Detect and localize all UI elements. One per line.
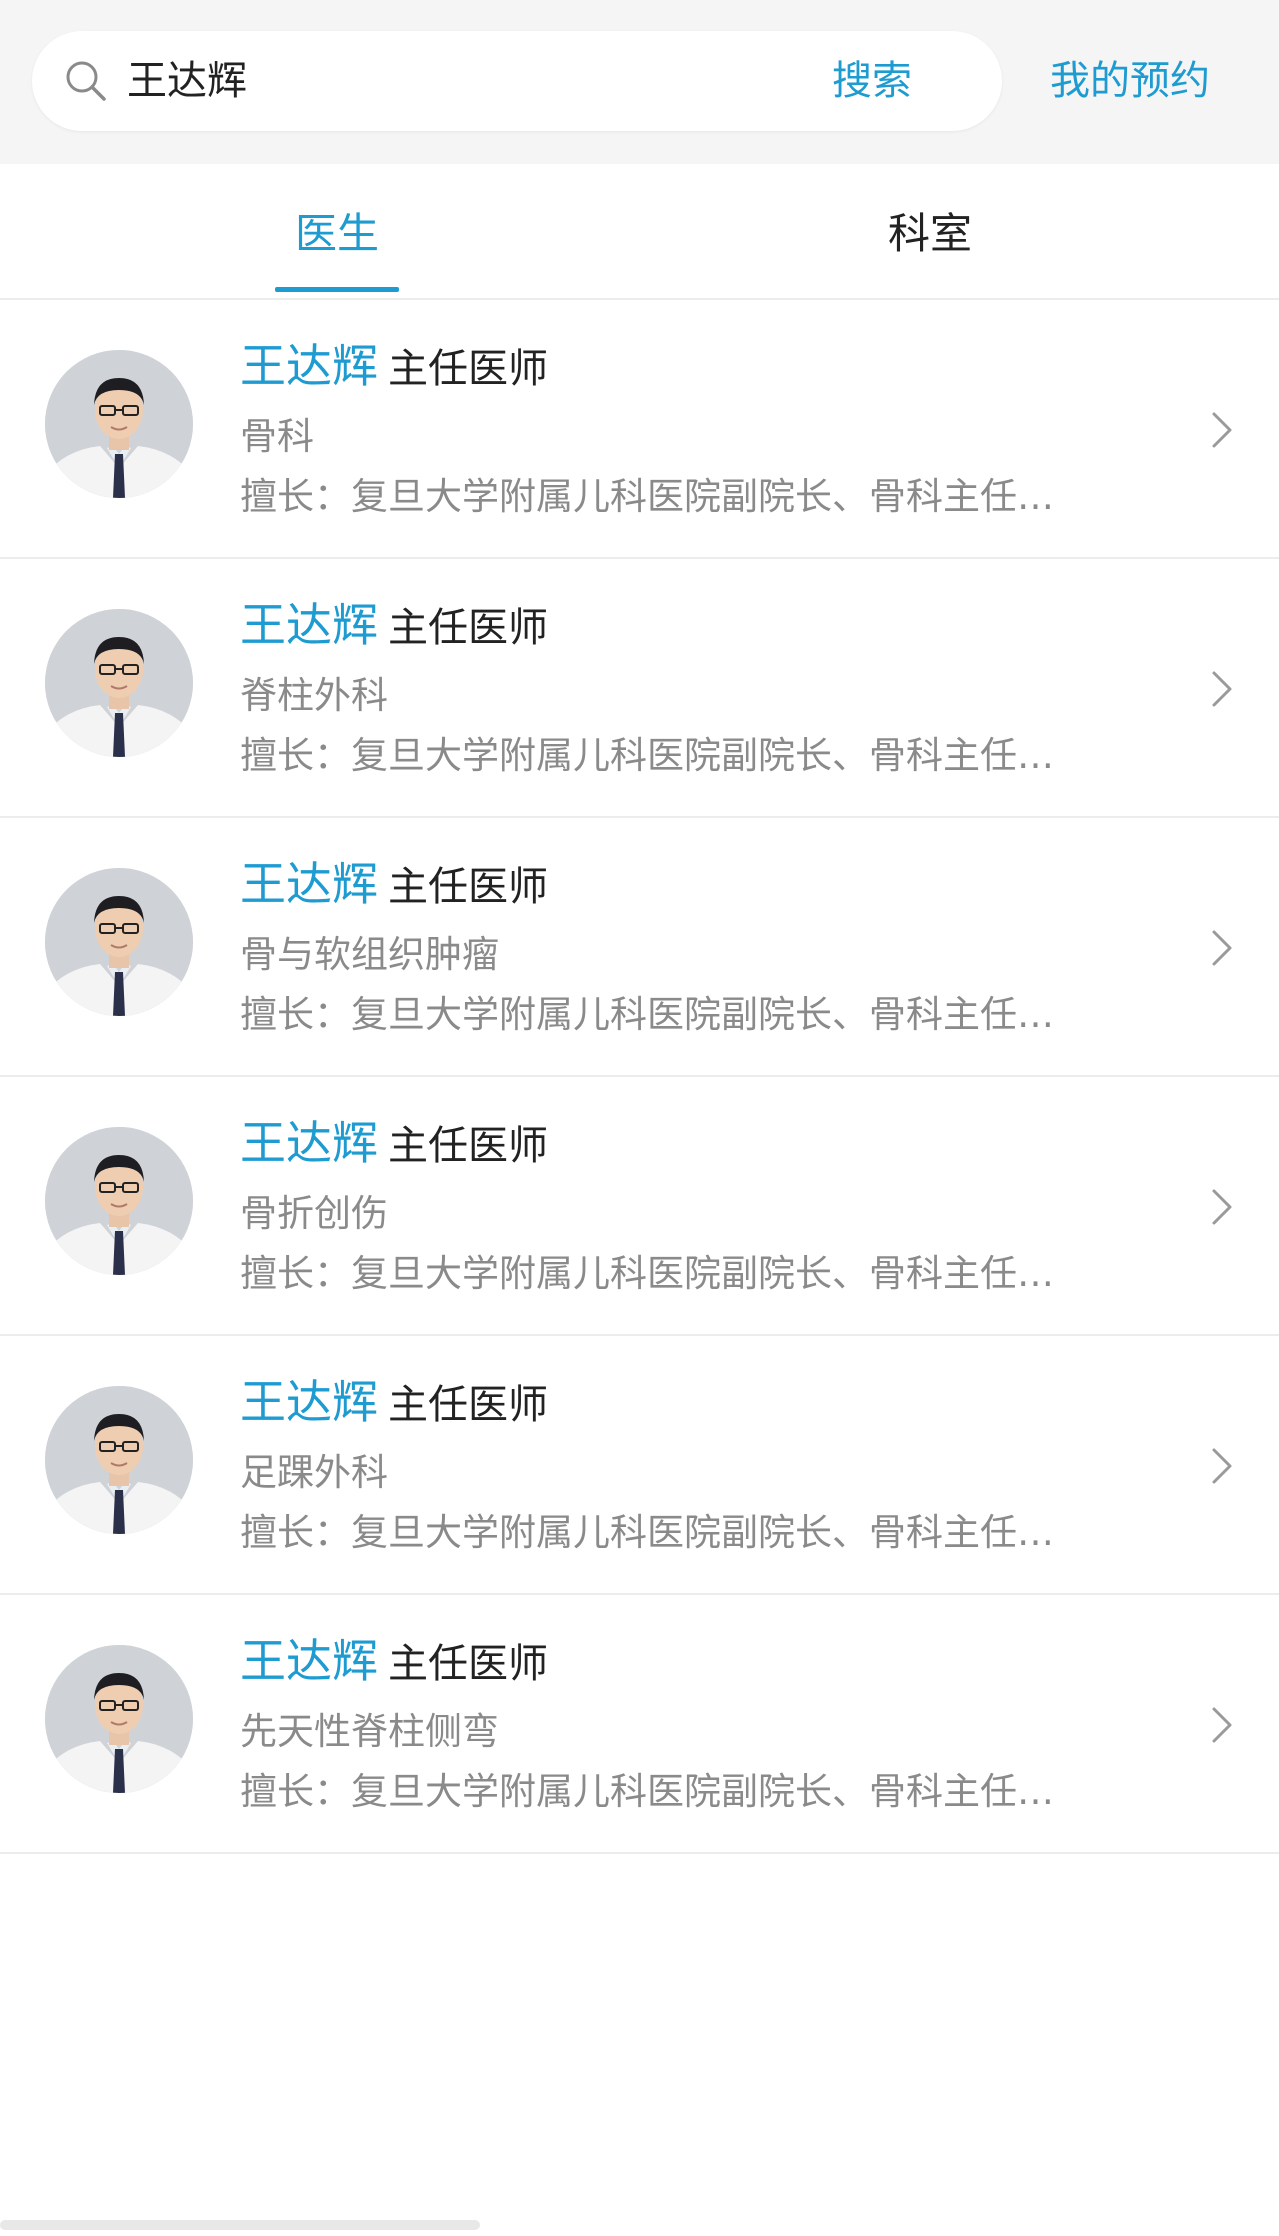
scroll-indicator [0, 2220, 480, 2230]
doctor-avatar [45, 350, 193, 498]
doctor-title: 主任医师 [388, 346, 548, 392]
doctor-title: 主任医师 [388, 1123, 548, 1169]
tab-department[interactable]: 科室 [868, 164, 992, 298]
tab-doctor-label: 医生 [294, 209, 379, 258]
doctor-department: 脊柱外科 [240, 674, 388, 717]
doctor-specialty: 擅长：复旦大学附属儿科医院副院长、骨科主任… [240, 734, 1054, 777]
doctor-avatar [45, 1645, 193, 1793]
doctor-list-item[interactable]: 王达辉 主任医师 先天性脊柱侧弯 擅长：复旦大学附属儿科医院副院长、骨科主任… [0, 1595, 1279, 1854]
doctor-name: 王达辉 [240, 1116, 378, 1170]
doctor-list-item[interactable]: 王达辉 主任医师 骨科 擅长：复旦大学附属儿科医院副院长、骨科主任… [0, 300, 1279, 559]
doctor-department: 骨折创伤 [240, 1192, 388, 1235]
search-button[interactable]: 搜索 [832, 31, 912, 131]
doctor-specialty: 擅长：复旦大学附属儿科医院副院长、骨科主任… [240, 1511, 1054, 1554]
doctor-avatar [45, 1386, 193, 1534]
doctor-specialty: 擅长：复旦大学附属儿科医院副院长、骨科主任… [240, 993, 1054, 1036]
doctor-list-item[interactable]: 王达辉 主任医师 骨折创伤 擅长：复旦大学附属儿科医院副院长、骨科主任… [0, 1077, 1279, 1336]
doctor-name-line: 王达辉 主任医师 [240, 848, 548, 914]
tab-department-label: 科室 [887, 209, 972, 258]
doctor-list-item[interactable]: 王达辉 主任医师 脊柱外科 擅长：复旦大学附属儿科医院副院长、骨科主任… [0, 559, 1279, 818]
doctor-department: 足踝外科 [240, 1451, 388, 1494]
tab-bar: 医生 科室 [0, 164, 1279, 300]
doctor-department: 先天性脊柱侧弯 [240, 1710, 499, 1753]
doctor-avatar [45, 609, 193, 757]
doctor-title: 主任医师 [388, 864, 548, 910]
doctor-avatar [45, 868, 193, 1016]
doctor-name-line: 王达辉 主任医师 [240, 589, 548, 655]
doctor-avatar [45, 1127, 193, 1275]
search-icon [66, 61, 106, 101]
doctor-specialty: 擅长：复旦大学附属儿科医院副院长、骨科主任… [240, 1252, 1054, 1295]
doctor-name: 王达辉 [240, 857, 378, 911]
active-tab-indicator [275, 287, 399, 292]
doctor-list: 王达辉 主任医师 骨科 擅长：复旦大学附属儿科医院副院长、骨科主任… 王达辉 主… [0, 300, 1279, 1854]
tab-doctor[interactable]: 医生 [275, 164, 399, 298]
doctor-title: 主任医师 [388, 605, 548, 651]
chevron-right-icon [1212, 1448, 1232, 1484]
chevron-right-icon [1212, 1189, 1232, 1225]
doctor-specialty: 擅长：复旦大学附属儿科医院副院长、骨科主任… [240, 1770, 1054, 1813]
doctor-list-item[interactable]: 王达辉 主任医师 骨与软组织肿瘤 擅长：复旦大学附属儿科医院副院长、骨科主任… [0, 818, 1279, 1077]
doctor-name-line: 王达辉 主任医师 [240, 1366, 548, 1432]
chevron-right-icon [1212, 412, 1232, 448]
my-booking-link[interactable]: 我的预约 [1050, 31, 1210, 131]
doctor-department: 骨科 [240, 415, 314, 458]
search-query-text[interactable]: 王达辉 [127, 31, 247, 131]
doctor-name: 王达辉 [240, 1634, 378, 1688]
doctor-department: 骨与软组织肿瘤 [240, 933, 499, 976]
doctor-name: 王达辉 [240, 598, 378, 652]
doctor-name-line: 王达辉 主任医师 [240, 1625, 548, 1691]
top-search-bar: 王达辉 搜索 我的预约 [0, 0, 1279, 164]
doctor-title: 主任医师 [388, 1641, 548, 1687]
chevron-right-icon [1212, 671, 1232, 707]
chevron-right-icon [1212, 930, 1232, 966]
doctor-list-item[interactable]: 王达辉 主任医师 足踝外科 擅长：复旦大学附属儿科医院副院长、骨科主任… [0, 1336, 1279, 1595]
doctor-title: 主任医师 [388, 1382, 548, 1428]
doctor-name: 王达辉 [240, 339, 378, 393]
doctor-name: 王达辉 [240, 1375, 378, 1429]
chevron-right-icon [1212, 1707, 1232, 1743]
search-input[interactable]: 王达辉 搜索 [32, 31, 1002, 131]
doctor-name-line: 王达辉 主任医师 [240, 1107, 548, 1173]
doctor-name-line: 王达辉 主任医师 [240, 330, 548, 396]
doctor-specialty: 擅长：复旦大学附属儿科医院副院长、骨科主任… [240, 475, 1054, 518]
